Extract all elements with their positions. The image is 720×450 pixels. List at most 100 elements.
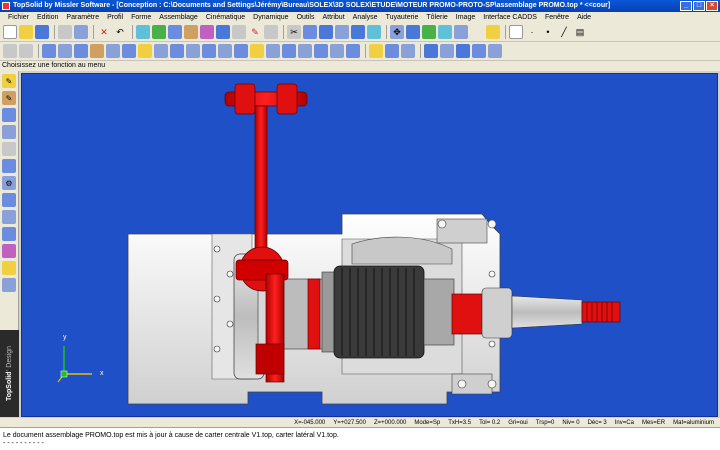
menu-dynamique[interactable]: Dynamique <box>249 12 292 23</box>
line-width-icon[interactable]: ▤ <box>573 25 587 39</box>
shell-icon[interactable] <box>170 44 184 58</box>
menu-analyse[interactable]: Analyse <box>349 12 382 23</box>
menu-interface-cadds[interactable]: Interface CADDS <box>479 12 541 23</box>
status-tol[interactable]: Tol= 0.2 <box>479 420 500 426</box>
menu-tolerie[interactable]: Tôlerie <box>422 12 451 23</box>
link-icon[interactable] <box>264 25 278 39</box>
section-icon[interactable] <box>401 44 415 58</box>
status-txh[interactable]: TxH=3.5 <box>448 420 471 426</box>
split-icon[interactable] <box>298 44 312 58</box>
rib-icon[interactable] <box>186 44 200 58</box>
open-folder-icon[interactable] <box>19 25 33 39</box>
save-icon[interactable] <box>35 25 49 39</box>
menu-edition[interactable]: Edition <box>33 12 62 23</box>
surface-tool-icon[interactable] <box>2 210 16 224</box>
minimize-button[interactable]: _ <box>680 1 692 11</box>
status-mode[interactable]: Mode=Sp <box>414 420 440 426</box>
select-icon[interactable] <box>3 44 17 58</box>
tool-icon[interactable] <box>2 125 16 139</box>
status-mes[interactable]: Mes=ER <box>642 420 665 426</box>
app-icon[interactable] <box>2 2 10 10</box>
boolean-icon[interactable] <box>218 44 232 58</box>
render-hidden-icon[interactable] <box>472 44 486 58</box>
status-niv[interactable]: Niv= 0 <box>562 420 579 426</box>
cursor-icon[interactable] <box>152 25 166 39</box>
zoom-dynamic-icon[interactable] <box>438 25 452 39</box>
mechanism-icon[interactable] <box>2 193 16 207</box>
chamfer-icon[interactable] <box>154 44 168 58</box>
local-op-icon[interactable] <box>346 44 360 58</box>
part-icon[interactable] <box>2 159 16 173</box>
menu-image[interactable]: Image <box>452 12 479 23</box>
constraint-icon[interactable] <box>367 25 381 39</box>
maximize-button[interactable]: □ <box>693 1 705 11</box>
extrude-icon[interactable] <box>42 44 56 58</box>
render-shaded-icon[interactable] <box>440 44 454 58</box>
layer-icon[interactable] <box>216 25 230 39</box>
assembly-icon[interactable] <box>351 25 365 39</box>
thread-icon[interactable] <box>282 44 296 58</box>
drill-icon[interactable] <box>90 44 104 58</box>
revolve-icon[interactable] <box>58 44 72 58</box>
status-dec[interactable]: Déc= 3 <box>588 420 607 426</box>
measure-icon[interactable] <box>232 25 246 39</box>
attribute-icon[interactable] <box>200 25 214 39</box>
menu-parametre[interactable]: Paramètre <box>62 12 103 23</box>
fillet-icon[interactable] <box>138 44 152 58</box>
status-inv[interactable]: Inv=Ca <box>615 420 634 426</box>
analysis-icon[interactable] <box>2 278 16 292</box>
menu-assemblage[interactable]: Assemblage <box>155 12 202 23</box>
points-icon[interactable] <box>303 25 317 39</box>
render-wire-icon[interactable] <box>424 44 438 58</box>
render-real-icon[interactable] <box>488 44 502 58</box>
pencil-icon[interactable]: ✎ <box>2 74 16 88</box>
status-trsp[interactable]: Trsp=0 <box>536 420 555 426</box>
show-icon[interactable] <box>385 44 399 58</box>
color-swatch-icon[interactable] <box>509 25 523 39</box>
component-icon[interactable] <box>335 25 349 39</box>
modify-icon[interactable] <box>136 25 150 39</box>
point-icon[interactable] <box>19 44 33 58</box>
zoom-window-icon[interactable] <box>406 25 420 39</box>
menu-fichier[interactable]: Fichier <box>4 12 33 23</box>
light-icon[interactable] <box>486 25 500 39</box>
point-style-icon[interactable]: • <box>541 25 555 39</box>
3d-viewport[interactable]: y x <box>21 73 718 417</box>
material-icon[interactable] <box>2 261 16 275</box>
menu-forme[interactable]: Forme <box>127 12 155 23</box>
new-document-icon[interactable] <box>3 25 17 39</box>
mirror-icon[interactable] <box>266 44 280 58</box>
draft-icon[interactable] <box>202 44 216 58</box>
scissors-icon[interactable]: ✂ <box>287 25 301 39</box>
pin-icon[interactable] <box>2 142 16 156</box>
print-preview-icon[interactable] <box>74 25 88 39</box>
sweep-icon[interactable] <box>74 44 88 58</box>
pattern-icon[interactable] <box>250 44 264 58</box>
menu-cinematique[interactable]: Cinématique <box>202 12 249 23</box>
menu-outils[interactable]: Outils <box>293 12 319 23</box>
snap-icon[interactable] <box>319 25 333 39</box>
hide-icon[interactable] <box>369 44 383 58</box>
menu-aide[interactable]: Aide <box>573 12 595 23</box>
status-mat[interactable]: Mat=aluminium <box>673 420 714 426</box>
view-icon[interactable] <box>454 25 468 39</box>
gear-icon[interactable]: ⚙ <box>2 176 16 190</box>
menu-profil[interactable]: Profil <box>103 12 127 23</box>
menu-tuyauterie[interactable]: Tuyauterie <box>382 12 423 23</box>
undo-icon[interactable]: ↶ <box>113 25 127 39</box>
delete-icon[interactable]: ✕ <box>97 25 111 39</box>
transform-icon[interactable] <box>184 25 198 39</box>
surface-icon[interactable] <box>314 44 328 58</box>
color-icon[interactable] <box>470 25 484 39</box>
zoom-fit-icon[interactable] <box>422 25 436 39</box>
print-icon[interactable] <box>58 25 72 39</box>
dot-style-icon[interactable]: · <box>525 25 539 39</box>
sketch-icon[interactable]: ✎ <box>2 91 16 105</box>
shape-icon[interactable] <box>2 108 16 122</box>
cut-icon[interactable] <box>234 44 248 58</box>
menu-fenetre[interactable]: Fenêtre <box>541 12 573 23</box>
pocket-icon[interactable] <box>106 44 120 58</box>
boss-icon[interactable] <box>122 44 136 58</box>
line-type-icon[interactable]: ╱ <box>557 25 571 39</box>
copy-icon[interactable] <box>168 25 182 39</box>
